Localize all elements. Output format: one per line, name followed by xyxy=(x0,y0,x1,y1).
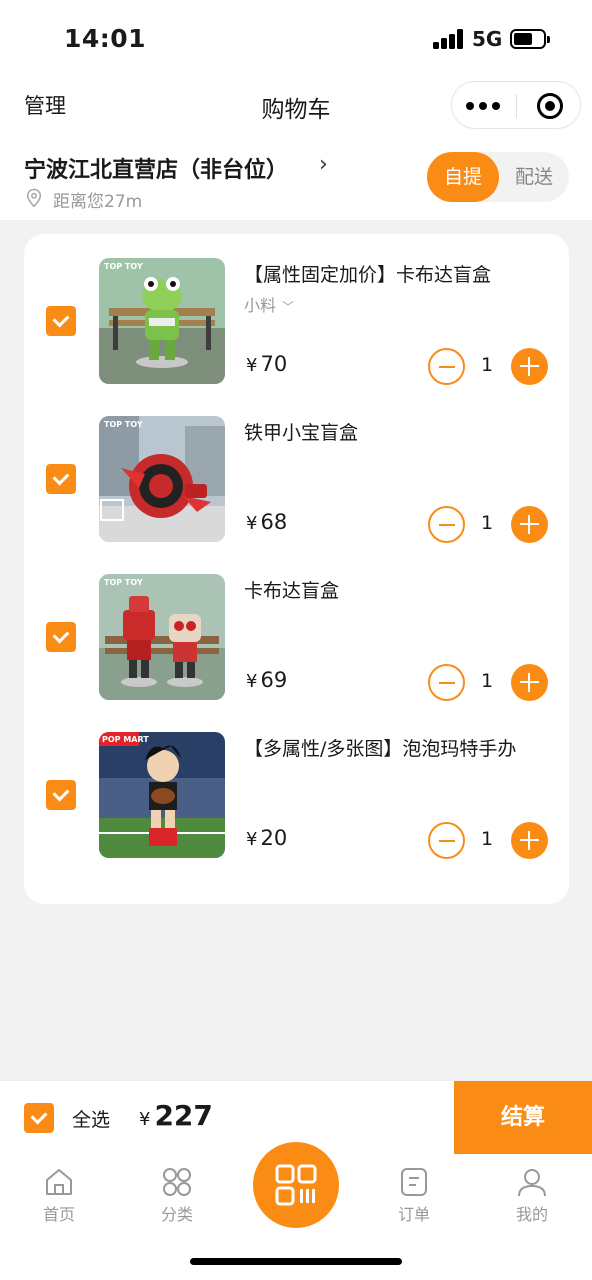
item-quantity: 1 xyxy=(480,512,494,534)
status-bar: 14:01 5G xyxy=(0,0,592,80)
item-quantity: 1 xyxy=(480,354,494,376)
select-all-label[interactable]: 全选 xyxy=(72,1105,110,1132)
cart-item: TOP TOY 铁甲小宝盲盒 ¥68 1 xyxy=(24,392,569,543)
order-icon xyxy=(401,1168,427,1196)
tab-delivery[interactable]: 配送 xyxy=(499,152,569,202)
select-all-checkbox[interactable] xyxy=(24,1103,54,1133)
image-brand-label: TOP TOY xyxy=(104,262,143,271)
store-name[interactable]: 宁波江北直营店（非台位） xyxy=(24,152,288,184)
increase-quantity-button[interactable] xyxy=(511,348,548,385)
item-price: ¥69 xyxy=(246,668,288,692)
tab-home[interactable]: 首页 xyxy=(9,1166,109,1226)
cart-item: TOP TOY 【属性固定加价】卡布达盲盒 小料 ﹀ ¥70 1 xyxy=(24,234,569,385)
tab-label: 分类 xyxy=(160,1205,193,1224)
product-name[interactable]: 【多属性/多张图】泡泡玛特手办 xyxy=(244,734,564,761)
tab-orders[interactable]: 订单 xyxy=(364,1166,464,1226)
item-price: ¥20 xyxy=(246,826,288,850)
decrease-quantity-button[interactable] xyxy=(428,664,465,701)
capsule-divider xyxy=(516,94,517,118)
battery-icon xyxy=(510,29,550,49)
more-icon[interactable] xyxy=(466,102,500,110)
network-label: 5G xyxy=(472,27,503,51)
store-distance: 距离您27m xyxy=(53,192,143,212)
item-price: ¥68 xyxy=(246,510,288,534)
spec-label: 小料 xyxy=(244,296,277,315)
close-miniprogram-icon[interactable] xyxy=(537,93,563,119)
item-checkbox[interactable] xyxy=(46,306,76,336)
product-image[interactable]: TOP TOY xyxy=(99,416,225,542)
location-pin-icon xyxy=(25,188,43,208)
checkout-button[interactable]: 结算 xyxy=(454,1081,592,1155)
increase-quantity-button[interactable] xyxy=(511,664,548,701)
cart-list: TOP TOY 【属性固定加价】卡布达盲盒 小料 ﹀ ¥70 1 TOP TOY… xyxy=(24,234,569,904)
item-checkbox[interactable] xyxy=(46,622,76,652)
total-price: ¥227 xyxy=(139,1099,213,1132)
image-brand-label: POP MART xyxy=(102,735,149,744)
scan-button[interactable] xyxy=(253,1142,339,1228)
scan-icon xyxy=(275,1164,317,1206)
delivery-mode-toggle: 自提 配送 xyxy=(427,152,569,202)
chevron-down-icon: ﹀ xyxy=(282,300,295,314)
item-quantity: 1 xyxy=(480,670,494,692)
tab-category[interactable]: 分类 xyxy=(127,1166,227,1226)
product-image[interactable]: TOP TOY xyxy=(99,574,225,700)
increase-quantity-button[interactable] xyxy=(511,506,548,543)
tab-label: 首页 xyxy=(42,1205,75,1224)
chevron-right-icon[interactable]: › xyxy=(319,152,328,177)
category-icon xyxy=(163,1168,191,1196)
decrease-quantity-button[interactable] xyxy=(428,506,465,543)
product-image[interactable]: POP MART xyxy=(99,732,225,858)
mini-program-capsule xyxy=(451,81,581,129)
decrease-quantity-button[interactable] xyxy=(428,348,465,385)
image-brand-label: TOP TOY xyxy=(104,578,143,587)
cart-item: TOP TOY 卡布达盲盒 ¥69 1 xyxy=(24,550,569,701)
tab-profile[interactable]: 我的 xyxy=(482,1166,582,1226)
profile-icon xyxy=(518,1169,546,1197)
cart-item: POP MART 【多属性/多张图】泡泡玛特手办 ¥20 1 xyxy=(24,708,569,859)
item-checkbox[interactable] xyxy=(46,780,76,810)
product-name[interactable]: 【属性固定加价】卡布达盲盒 xyxy=(244,260,564,287)
decrease-quantity-button[interactable] xyxy=(428,822,465,859)
status-time: 14:01 xyxy=(64,24,147,53)
tab-label: 订单 xyxy=(397,1205,430,1224)
increase-quantity-button[interactable] xyxy=(511,822,548,859)
spec-selector[interactable]: 小料 ﹀ xyxy=(244,292,294,316)
product-image[interactable]: TOP TOY xyxy=(99,258,225,384)
product-name[interactable]: 铁甲小宝盲盒 xyxy=(244,418,564,445)
tab-pickup[interactable]: 自提 xyxy=(427,152,499,202)
item-checkbox[interactable] xyxy=(46,464,76,494)
signal-icon xyxy=(433,29,465,49)
item-quantity: 1 xyxy=(480,828,494,850)
tab-label: 我的 xyxy=(515,1205,548,1224)
home-icon xyxy=(46,1169,72,1195)
home-indicator xyxy=(190,1258,402,1265)
image-brand-label: TOP TOY xyxy=(104,420,143,429)
product-name[interactable]: 卡布达盲盒 xyxy=(244,576,564,603)
item-price: ¥70 xyxy=(246,352,288,376)
